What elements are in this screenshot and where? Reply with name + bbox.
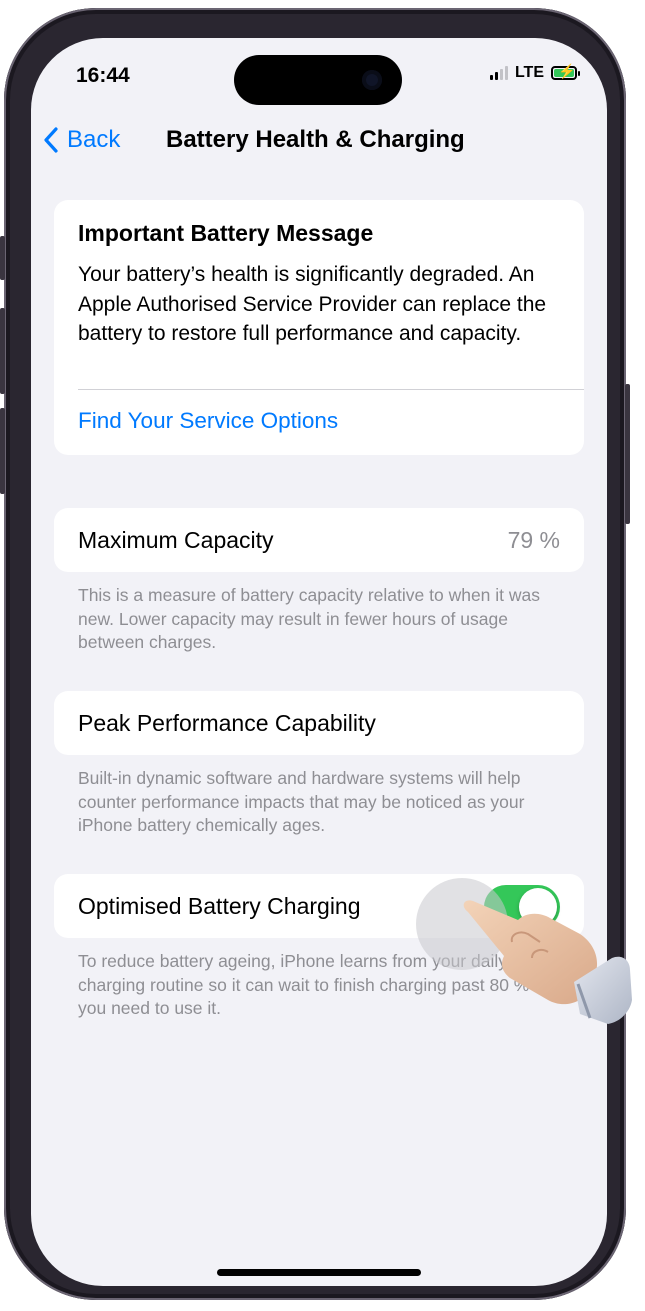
- network-label: LTE: [514, 64, 544, 81]
- peak-performance-row[interactable]: Peak Performance Capability: [54, 691, 584, 755]
- status-indicators: LTE ⚡: [489, 63, 580, 82]
- find-service-options-link[interactable]: Find Your Service Options: [78, 408, 338, 434]
- peak-performance-footer: Built-in dynamic software and hardware s…: [78, 768, 525, 835]
- phone-frame: 16:44 LTE ⚡ Back Battery Health & Chargi…: [0, 8, 630, 1300]
- back-button[interactable]: Back: [43, 126, 120, 154]
- optimised-charging-label: Optimised Battery Charging: [78, 893, 361, 919]
- navigation-bar: Back Battery Health & Charging: [31, 126, 607, 160]
- battery-message-card: Important Battery Message Your battery’s…: [54, 200, 584, 455]
- back-label: Back: [67, 126, 121, 153]
- battery-charging-icon: ⚡: [551, 63, 580, 80]
- message-body: Your battery’s health is significantly d…: [78, 263, 547, 345]
- maximum-capacity-value: 79 %: [507, 527, 560, 553]
- chevron-left-icon: [44, 127, 58, 153]
- volume-down-button: [0, 408, 5, 494]
- peak-performance-label: Peak Performance Capability: [78, 710, 376, 736]
- message-title: Important Battery Message: [78, 220, 374, 246]
- capacity-footer: This is a measure of battery capacity re…: [78, 585, 541, 652]
- home-indicator[interactable]: [217, 1269, 421, 1276]
- pointing-hand-icon: [463, 900, 632, 1024]
- camera-icon: [362, 70, 382, 90]
- maximum-capacity-row: Maximum Capacity 79 %: [54, 508, 584, 572]
- dynamic-island: [234, 55, 402, 105]
- page-title: Battery Health & Charging: [166, 126, 465, 153]
- silent-switch: [0, 236, 5, 280]
- divider: [78, 389, 584, 390]
- status-time: 16:44: [76, 64, 130, 87]
- maximum-capacity-label: Maximum Capacity: [78, 527, 274, 553]
- screen: 16:44 LTE ⚡ Back Battery Health & Chargi…: [31, 38, 607, 1286]
- volume-up-button: [0, 308, 5, 394]
- signal-icon: [489, 66, 508, 80]
- side-button: [625, 384, 630, 524]
